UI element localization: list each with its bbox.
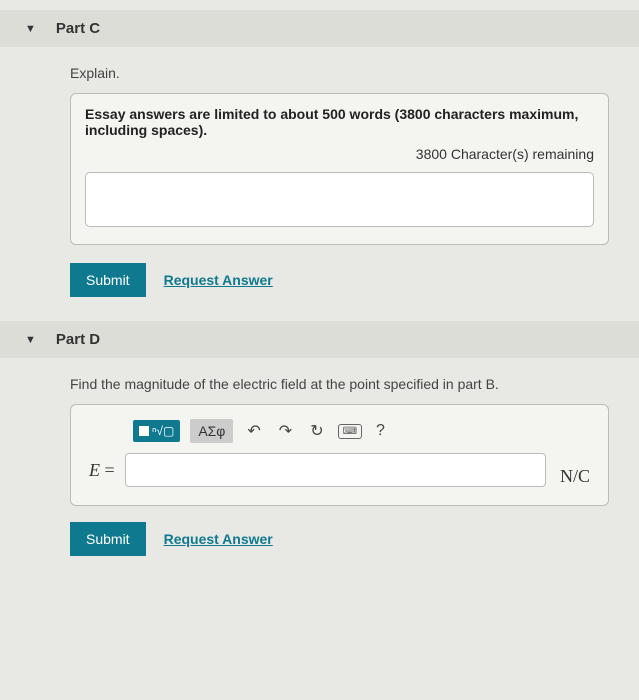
essay-limit-text: Essay answers are limited to about 500 w…	[85, 106, 594, 138]
unit-label: N/C	[560, 466, 590, 487]
chevron-down-icon: ▼	[25, 23, 36, 35]
part-d-prompt: Find the magnitude of the electric field…	[70, 376, 609, 392]
reset-icon[interactable]: ↻	[306, 419, 327, 443]
root-icon: ⁿ√▢	[152, 424, 174, 438]
char-remaining: 3800 Character(s) remaining	[85, 146, 594, 162]
help-icon[interactable]: ?	[372, 420, 389, 442]
variable-label: E =	[89, 460, 115, 481]
format-tool[interactable]: ⁿ√▢	[133, 420, 180, 442]
part-d-title: Part D	[56, 331, 100, 348]
answer-container: ⁿ√▢ ΑΣφ ↶ ↷ ↻ ⌨ ? E = N/C	[70, 404, 609, 506]
submit-button[interactable]: Submit	[70, 263, 146, 297]
submit-button[interactable]: Submit	[70, 522, 146, 556]
keyboard-icon[interactable]: ⌨	[338, 424, 362, 439]
square-icon	[139, 426, 149, 436]
part-d-actions: Submit Request Answer	[70, 522, 609, 556]
request-answer-link[interactable]: Request Answer	[164, 531, 273, 547]
part-d-header[interactable]: ▼ Part D	[0, 321, 639, 358]
chevron-down-icon: ▼	[25, 334, 36, 346]
part-c-title: Part C	[56, 20, 100, 37]
part-c-prompt: Explain.	[70, 65, 609, 81]
request-answer-link[interactable]: Request Answer	[164, 272, 273, 288]
equation-toolbar: ⁿ√▢ ΑΣφ ↶ ↷ ↻ ⌨ ?	[133, 419, 546, 443]
answer-main: ⁿ√▢ ΑΣφ ↶ ↷ ↻ ⌨ ? E =	[89, 419, 546, 487]
essay-input[interactable]	[85, 172, 594, 227]
part-d-body: Find the magnitude of the electric field…	[25, 376, 609, 556]
redo-icon[interactable]: ↷	[275, 419, 296, 443]
undo-icon[interactable]: ↶	[243, 419, 264, 443]
answer-input[interactable]	[125, 453, 546, 487]
part-c-body: Explain. Essay answers are limited to ab…	[25, 65, 609, 297]
answer-input-row: E =	[89, 453, 546, 487]
part-c-header[interactable]: ▼ Part C	[0, 10, 639, 47]
greek-tool[interactable]: ΑΣφ	[190, 419, 233, 443]
essay-container: Essay answers are limited to about 500 w…	[70, 93, 609, 245]
part-c-actions: Submit Request Answer	[70, 263, 609, 297]
